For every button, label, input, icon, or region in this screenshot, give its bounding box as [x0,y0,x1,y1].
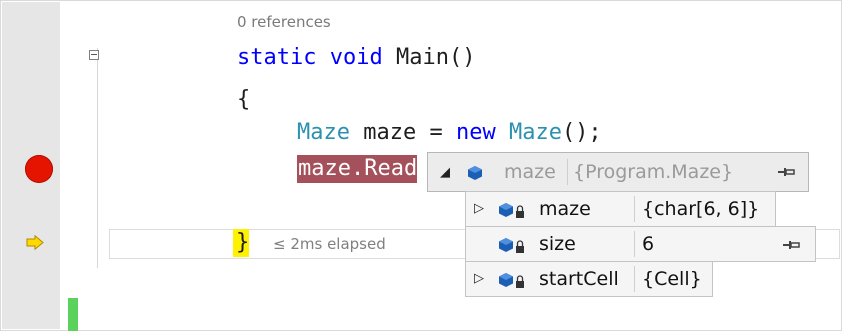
private-field-icon [499,238,524,253]
code-line-open-brace[interactable]: { [237,87,250,113]
breakpoint-icon[interactable] [25,155,53,183]
member-name: startCell [539,268,619,290]
expand-arrow-icon[interactable]: ▷ [474,201,484,216]
keyword-new: new [455,120,496,145]
datatip-row[interactable]: size 6 [465,226,816,262]
pin-icon[interactable] [783,239,801,251]
current-statement-arrow-icon [26,235,44,250]
keyword-static: static [237,45,317,70]
column-divider [567,159,568,185]
member-value: {char[6, 6]} [642,198,760,220]
member-value: {Cell} [642,268,702,290]
member-value: 6 [642,233,655,255]
expand-arrow-icon[interactable]: ▷ [474,271,484,286]
codelens-references[interactable]: 0 references [237,13,331,31]
outline-collapse-icon[interactable] [89,50,99,60]
datatip-row[interactable]: ▷ maze {char[6, 6]} [465,191,776,227]
column-divider [634,231,635,257]
code-line-close-brace[interactable]: } [236,230,249,256]
object-icon [468,166,482,180]
code-line-declaration[interactable]: Maze maze = new Maze(); [297,120,602,146]
datatip-header[interactable]: ◢ maze {Program.Maze} [427,152,809,192]
column-divider [634,266,635,292]
keyword-void: void [329,45,383,70]
method-signature: Main() [382,45,476,70]
type-maze: Maze [297,120,350,145]
private-field-icon [499,273,524,288]
column-divider [634,196,635,222]
private-field-icon [499,203,524,218]
datatip-header-value: {Program.Maze} [573,161,734,183]
pin-icon[interactable] [778,166,796,178]
code-line-main[interactable]: static void Main() [237,45,475,71]
datatip-row[interactable]: ▷ startCell {Cell} [465,261,713,297]
type-maze-ctor: Maze [508,120,562,145]
decl-end: (); [561,120,602,145]
current-statement-highlight[interactable]: maze.Read [297,155,418,183]
member-name: maze [539,198,591,220]
expanded-triangle-icon[interactable]: ◢ [440,165,450,180]
change-tracking-bar [68,298,78,331]
decl-middle: maze = [349,120,456,145]
datatip-members: ▷ maze {char[6, 6]} size 6 ▷ startCell {… [465,191,816,301]
outline-guide-line [97,48,98,268]
member-name: size [539,233,576,255]
perftip-elapsed[interactable]: ≤ 2ms elapsed [273,235,386,253]
datatip-header-name: maze [504,161,556,183]
